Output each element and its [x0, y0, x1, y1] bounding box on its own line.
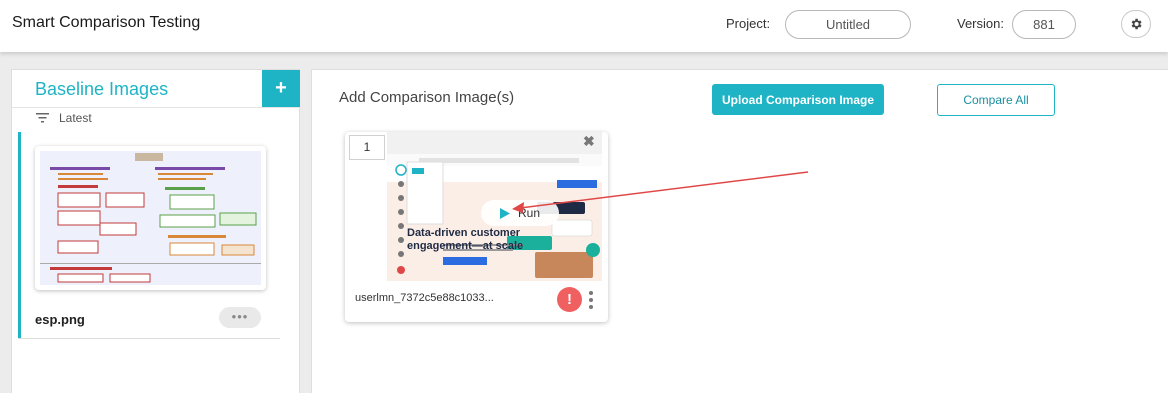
baseline-title: Baseline Images — [35, 79, 169, 99]
project-label: Project: — [726, 16, 771, 31]
version-label: Version: — [957, 16, 1004, 31]
error-icon[interactable]: ! — [557, 287, 582, 312]
upload-comparison-button[interactable]: Upload Comparison Image — [712, 84, 884, 115]
comparison-card[interactable]: 1 ✖ Data-driven customer engagement—at s… — [345, 132, 608, 322]
run-button[interactable]: Run — [481, 200, 559, 226]
project-input[interactable] — [785, 10, 911, 39]
plus-icon: + — [275, 77, 287, 99]
baseline-filename: esp.png — [35, 312, 85, 327]
selected-card-indicator — [18, 132, 21, 339]
filter-lines-icon — [36, 113, 49, 123]
version-input[interactable] — [1012, 10, 1076, 39]
play-icon — [499, 207, 510, 219]
kebab-menu-icon[interactable] — [588, 291, 594, 309]
app-title: Smart Comparison Testing — [12, 14, 201, 31]
comparison-thumbnail[interactable]: ✖ Data-driven customer engagement—at sca… — [387, 132, 602, 281]
sort-label: Latest — [59, 111, 92, 125]
svg-text:✖: ✖ — [583, 133, 595, 149]
card-divider — [18, 338, 280, 339]
baseline-panel: Baseline Images + Latest esp.png ••• — [11, 69, 300, 393]
gear-icon — [1131, 18, 1142, 30]
comparison-filename: userlmn_7372c5e88c1033... — [355, 292, 494, 304]
sort-control[interactable]: Latest — [36, 111, 92, 125]
divider — [12, 107, 299, 108]
settings-button[interactable] — [1121, 10, 1151, 38]
thumb-headline-1: Data-driven customer — [407, 227, 521, 239]
baseline-thumbnail[interactable] — [35, 146, 266, 290]
comparison-title: Add Comparison Image(s) — [339, 89, 515, 106]
thumb-headline-2: engagement—at scale — [407, 240, 524, 252]
comparison-panel: Add Comparison Image(s) Upload Compariso… — [311, 69, 1168, 393]
app-header: Smart Comparison Testing Project: Versio… — [0, 0, 1168, 52]
baseline-preview-graphic — [40, 153, 261, 283]
baseline-more-button[interactable]: ••• — [219, 307, 261, 328]
run-label: Run — [517, 206, 540, 220]
compare-all-button[interactable]: Compare All — [937, 84, 1055, 116]
add-baseline-button[interactable]: + — [262, 70, 300, 107]
comparison-index: 1 — [349, 135, 385, 160]
